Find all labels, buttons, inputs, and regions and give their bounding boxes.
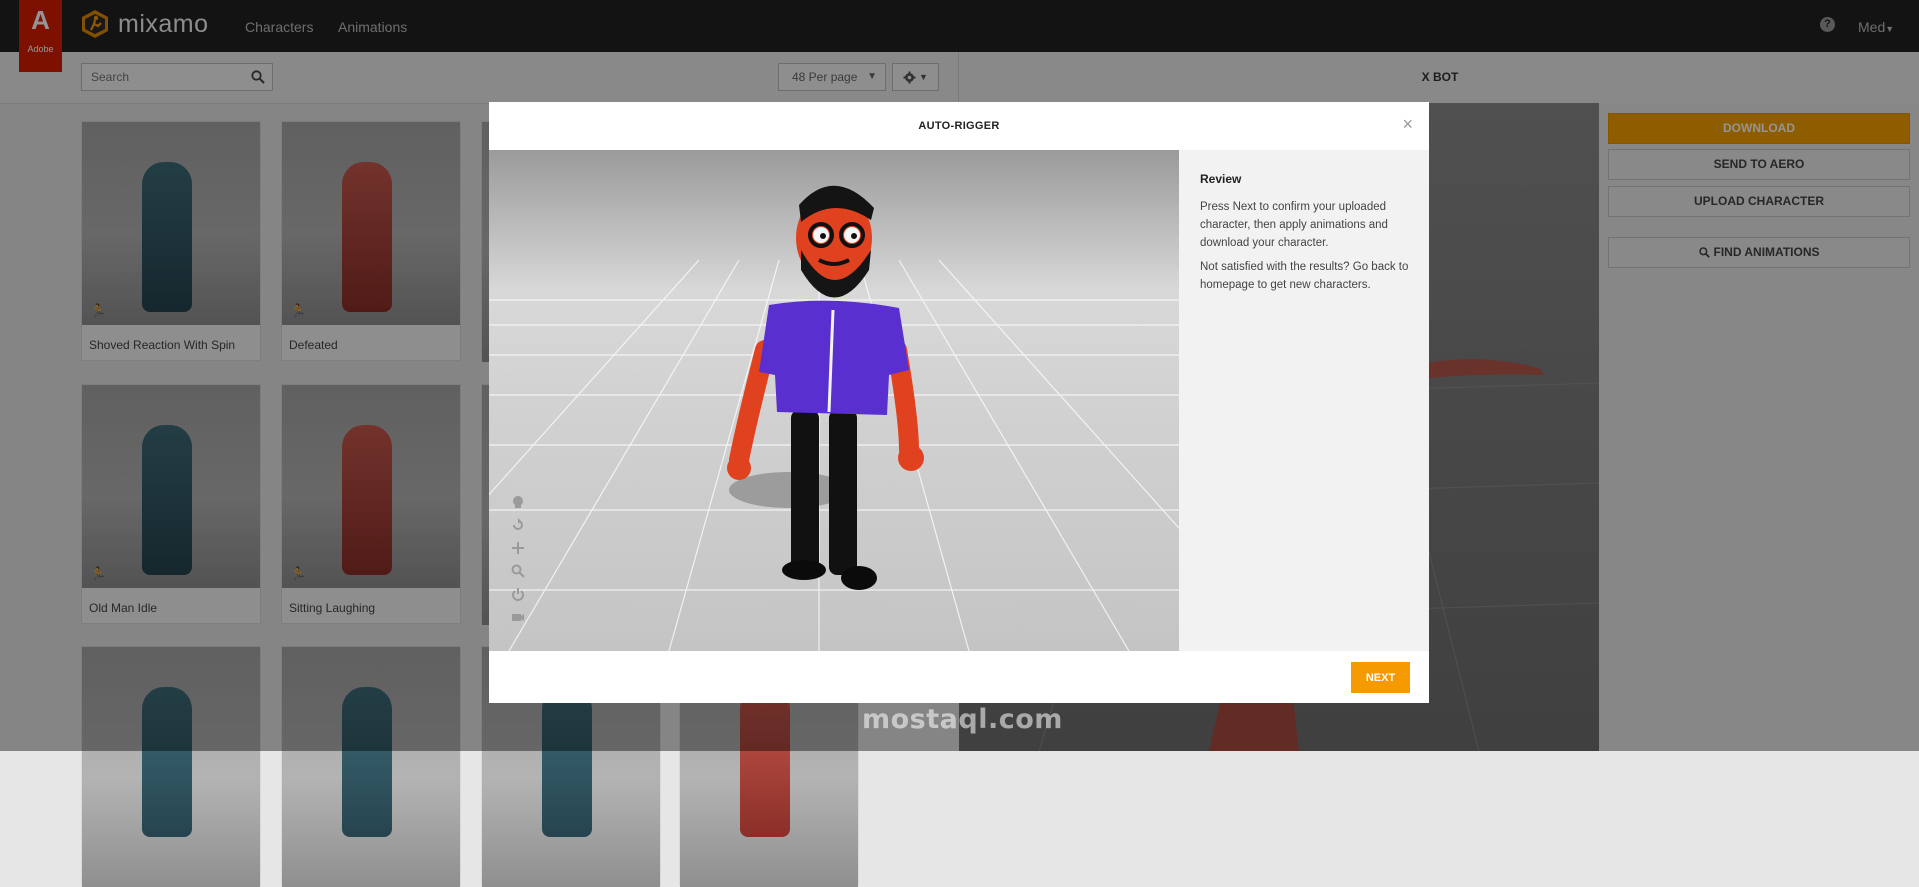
zoom-icon[interactable] <box>511 564 525 578</box>
review-instructions: Press Next to confirm your uploaded char… <box>1200 201 1388 249</box>
review-heading: Review <box>1200 172 1242 186</box>
camera-icon[interactable] <box>511 610 525 624</box>
watermark-latin: mostaql.com <box>862 704 1063 735</box>
next-button[interactable]: NEXT <box>1351 662 1410 693</box>
review-panel: Review Press Next to confirm your upload… <box>1179 150 1429 651</box>
move-icon[interactable] <box>511 541 525 555</box>
modal-title: AUTO-RIGGER <box>918 120 1000 132</box>
watermark-arabic: مستقل <box>862 648 1023 699</box>
close-icon[interactable]: × <box>1402 114 1413 135</box>
modal-header: AUTO-RIGGER × <box>489 102 1429 151</box>
skull-icon[interactable] <box>511 495 525 509</box>
power-icon[interactable] <box>511 587 525 601</box>
character-leg <box>791 410 819 570</box>
preview-scene <box>489 185 1179 651</box>
character-leg <box>829 410 857 575</box>
character-preview-stage[interactable] <box>489 150 1179 651</box>
rotate-icon[interactable] <box>511 518 525 532</box>
viewer-tools <box>511 495 525 624</box>
auto-rigger-dialog: AUTO-RIGGER × Review Press Next to confi… <box>489 102 1429 703</box>
review-alternative: Not satisfied with the results? Go back … <box>1200 261 1409 291</box>
